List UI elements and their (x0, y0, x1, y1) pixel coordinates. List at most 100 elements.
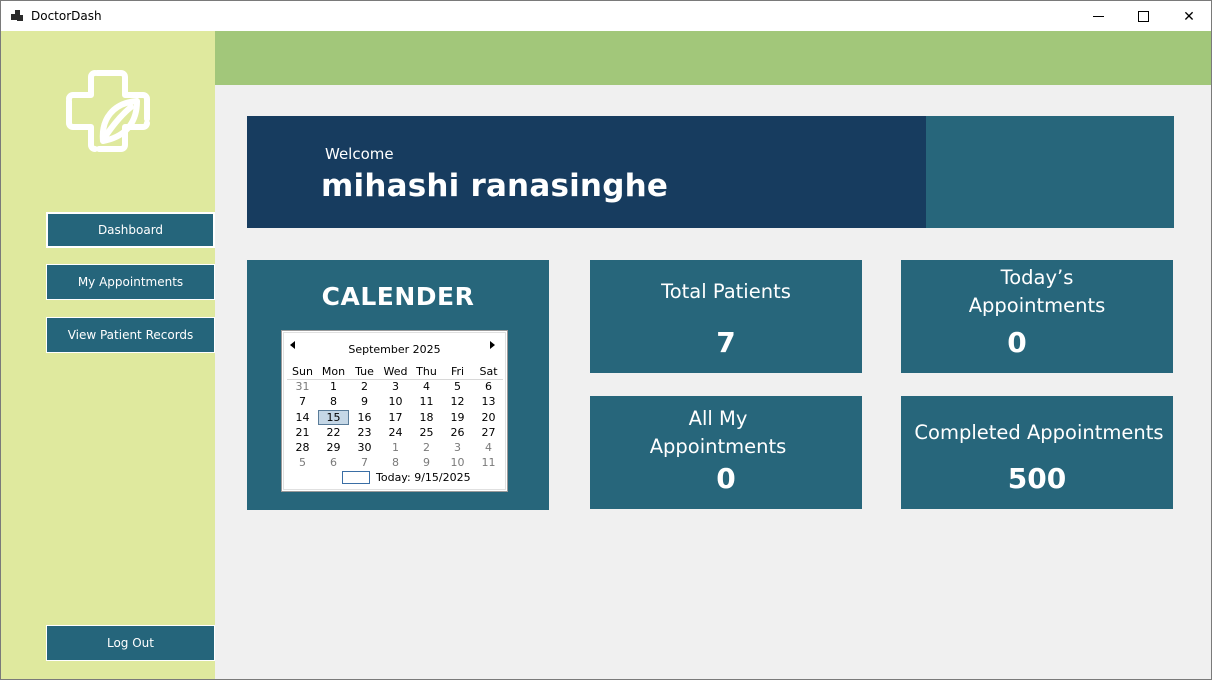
calendar-day[interactable]: 29 (318, 440, 349, 455)
calendar-day[interactable]: 7 (287, 394, 318, 409)
calendar-day[interactable]: 12 (442, 394, 473, 409)
calendar-day[interactable]: 9 (349, 394, 380, 409)
stat-card-total-patients: Total Patients 7 (590, 260, 862, 373)
close-icon: ✕ (1183, 8, 1195, 24)
stat-value: 0 (716, 462, 736, 495)
stat-title: Completed Appointments (914, 421, 1164, 444)
minimize-button[interactable] (1075, 1, 1121, 32)
stat-card-completed-appointments: Completed Appointments 500 (901, 396, 1173, 509)
calendar-week-row: 28 29 30 1 2 3 4 (287, 440, 504, 455)
calendar-day[interactable]: 10 (442, 455, 473, 470)
logout-button[interactable]: Log Out (46, 625, 215, 661)
calendar-day[interactable]: 10 (380, 394, 411, 409)
calendar-day[interactable]: 26 (442, 425, 473, 440)
sidebar: Dashboard My Appointments View Patient R… (1, 31, 215, 679)
calendar-day[interactable]: 11 (411, 394, 442, 409)
sidebar-item-view-patient-records[interactable]: View Patient Records (46, 317, 215, 353)
app-icon (11, 10, 24, 23)
maximize-button[interactable] (1120, 1, 1166, 32)
calendar-day[interactable]: 9 (411, 455, 442, 470)
calendar-day[interactable]: 5 (287, 455, 318, 470)
next-month-button[interactable] (490, 341, 500, 351)
header-bar (215, 31, 1211, 85)
calendar-day[interactable]: 24 (380, 425, 411, 440)
close-button[interactable]: ✕ (1166, 1, 1212, 32)
calendar-title: CALENDER (321, 282, 475, 311)
calendar-week-row: 7 8 9 10 11 12 13 (287, 394, 504, 409)
calendar-day[interactable]: 19 (442, 410, 473, 425)
calendar-week-row: 31 1 2 3 4 5 6 (287, 379, 504, 394)
calendar-weekday: Fri (450, 365, 465, 378)
calendar-day[interactable]: 22 (318, 425, 349, 440)
calendar-day[interactable]: 3 (380, 379, 411, 394)
stat-card-all-my-appointments: All My Appointments 0 (590, 396, 862, 509)
calendar-day[interactable]: 6 (318, 455, 349, 470)
calendar-day[interactable]: 5 (442, 379, 473, 394)
stat-value: 7 (716, 326, 736, 359)
calendar-weekday: Wed (383, 365, 408, 378)
calendar-day[interactable]: 27 (473, 425, 504, 440)
calendar-day[interactable]: 25 (411, 425, 442, 440)
calendar-day[interactable]: 30 (349, 440, 380, 455)
calendar-day[interactable]: 14 (287, 410, 318, 425)
welcome-banner: Welcome mihashi ranasinghe (247, 116, 927, 228)
calendar-day[interactable]: 4 (411, 379, 442, 394)
calendar-day[interactable]: 31 (287, 379, 318, 394)
calendar-week-row: 21 22 23 24 25 26 27 (287, 425, 504, 440)
calendar-month-label[interactable]: September 2025 (282, 343, 507, 356)
calendar-day[interactable]: 20 (473, 410, 504, 425)
calendar-day[interactable]: 6 (473, 379, 504, 394)
stat-title-text: All My Appointments (649, 407, 787, 458)
calendar-day[interactable]: 1 (380, 440, 411, 455)
calendar-day[interactable]: 15 (318, 409, 349, 425)
calendar-week-row: 14 15 16 17 18 19 20 (287, 409, 504, 425)
calendar-weekday: Thu (416, 365, 437, 378)
stat-title: Total Patients (661, 280, 791, 303)
user-name: mihashi ranasinghe (321, 168, 669, 204)
month-calendar[interactable]: September 2025 Sun Mon Tue Wed Thu Fri Sat 31 1 2… (281, 330, 508, 492)
arrow-right-icon (490, 341, 495, 349)
stat-value: 0 (1007, 326, 1027, 359)
calendar-day[interactable]: 4 (473, 440, 504, 455)
calendar-weekday-row: Sun Mon Tue Wed Thu Fri Sat (287, 364, 504, 379)
calendar-day[interactable]: 1 (318, 379, 349, 394)
calendar-weekday: Mon (321, 365, 346, 378)
calendar-day[interactable]: 21 (287, 425, 318, 440)
calendar-day[interactable]: 7 (349, 455, 380, 470)
minimize-icon (1092, 16, 1104, 17)
calendar-card: CALENDER September 2025 Sun Mon Tue Wed Thu F… (247, 260, 549, 510)
calendar-day[interactable]: 28 (287, 440, 318, 455)
maximize-icon (1137, 11, 1149, 22)
calendar-day[interactable]: 11 (473, 455, 504, 470)
calendar-week-row: 5 6 7 8 9 10 11 (287, 455, 504, 470)
stat-title-text: Today’s Appointments (968, 266, 1106, 317)
medical-cross-logo-icon (66, 70, 150, 152)
calendar-today-link[interactable]: Today: 9/15/2025 (342, 471, 471, 484)
today-label: Today: 9/15/2025 (376, 471, 471, 484)
stat-card-todays-appointments: Today’s Appointments 0 (901, 260, 1173, 373)
calendar-day[interactable]: 13 (473, 394, 504, 409)
window-title: DoctorDash (31, 9, 102, 23)
welcome-label: Welcome (325, 145, 394, 163)
calendar-weekday: Sun (292, 365, 313, 378)
calendar-day[interactable]: 17 (380, 410, 411, 425)
welcome-banner-accent (926, 116, 1174, 228)
sidebar-item-my-appointments[interactable]: My Appointments (46, 264, 215, 300)
calendar-day[interactable]: 2 (411, 440, 442, 455)
calendar-weekday: Sat (479, 365, 498, 378)
stat-title: All My Appointments (582, 405, 854, 461)
calendar-day[interactable]: 16 (349, 410, 380, 425)
calendar-day[interactable]: 2 (349, 379, 380, 394)
sidebar-item-dashboard[interactable]: Dashboard (46, 212, 215, 248)
calendar-day[interactable]: 8 (318, 394, 349, 409)
calendar-weekday: Tue (355, 365, 374, 378)
window-titlebar: DoctorDash ✕ (0, 0, 1212, 31)
stat-title: Today’s Appointments (901, 264, 1173, 320)
calendar-day[interactable]: 18 (411, 410, 442, 425)
calendar-day[interactable]: 3 (442, 440, 473, 455)
calendar-day[interactable]: 8 (380, 455, 411, 470)
calendar-day[interactable]: 23 (349, 425, 380, 440)
calendar-divider (287, 379, 503, 380)
stat-value: 500 (1007, 462, 1067, 495)
today-marker (342, 471, 370, 484)
